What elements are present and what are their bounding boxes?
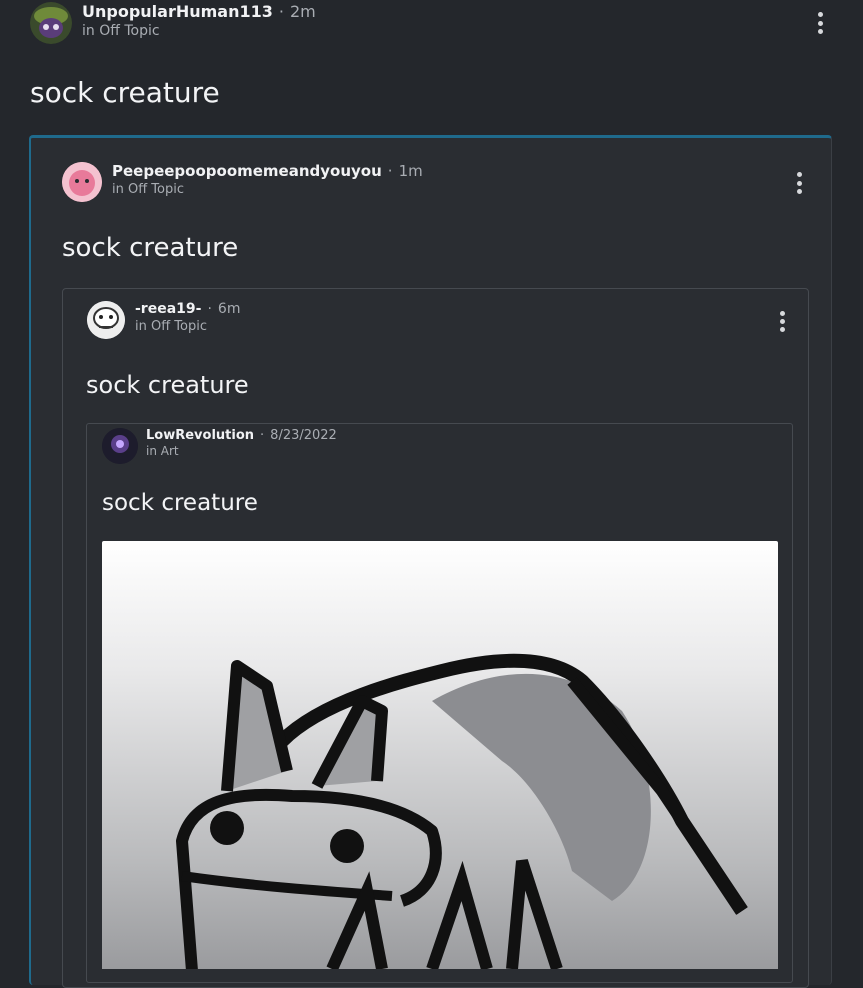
avatar-image-icon [30, 2, 72, 44]
post-image[interactable] [102, 541, 778, 969]
category-link[interactable]: in Off Topic [135, 319, 240, 334]
avatar-image-icon [87, 301, 125, 339]
post-title: sock creature [86, 371, 249, 399]
more-vertical-icon [796, 172, 802, 177]
more-vertical-icon [779, 311, 785, 316]
avatar-image-icon [102, 428, 138, 464]
username[interactable]: -reea19- [135, 301, 201, 317]
category-link[interactable]: in Off Topic [112, 182, 423, 197]
username[interactable]: Peepeepoopoomemeandyouyou [112, 162, 382, 180]
avatar-image-icon [62, 162, 102, 202]
timestamp: 1m [398, 162, 423, 180]
more-vertical-icon [817, 12, 823, 17]
post-menu-button[interactable] [794, 172, 804, 194]
avatar[interactable] [30, 2, 72, 44]
timestamp: 8/23/2022 [270, 428, 337, 443]
post-header: UnpopularHuman113 · 2m in Off Topic [30, 2, 316, 44]
post-meta: Peepeepoopoomemeandyouyou · 1m in Off To… [112, 162, 423, 197]
separator: · [207, 301, 212, 317]
username[interactable]: UnpopularHuman113 [82, 2, 273, 21]
category-link[interactable]: in Off Topic [82, 23, 316, 39]
avatar[interactable] [102, 428, 138, 464]
post-title: sock creature [62, 233, 239, 263]
post-meta: -reea19- · 6m in Off Topic [135, 301, 240, 334]
separator: · [278, 2, 284, 21]
username[interactable]: LowRevolution [146, 428, 254, 443]
avatar[interactable] [87, 301, 125, 339]
post-meta: UnpopularHuman113 · 2m in Off Topic [82, 2, 316, 39]
sock-creature-drawing-icon [176, 653, 748, 969]
separator: · [260, 428, 265, 443]
post-title: sock creature [30, 76, 220, 109]
post-header: LowRevolution · 8/23/2022 in Art [102, 428, 337, 464]
avatar[interactable] [62, 162, 102, 202]
post-menu-button[interactable] [777, 311, 787, 332]
post-header: Peepeepoopoomemeandyouyou · 1m in Off To… [62, 162, 423, 202]
post-menu-button[interactable] [815, 12, 825, 34]
timestamp: 2m [289, 2, 316, 21]
post-meta: LowRevolution · 8/23/2022 in Art [146, 428, 337, 458]
timestamp: 6m [217, 301, 241, 317]
separator: · [387, 162, 393, 180]
post-title: sock creature [102, 490, 258, 516]
post-header: -reea19- · 6m in Off Topic [87, 301, 240, 339]
category-link[interactable]: in Art [146, 444, 337, 458]
